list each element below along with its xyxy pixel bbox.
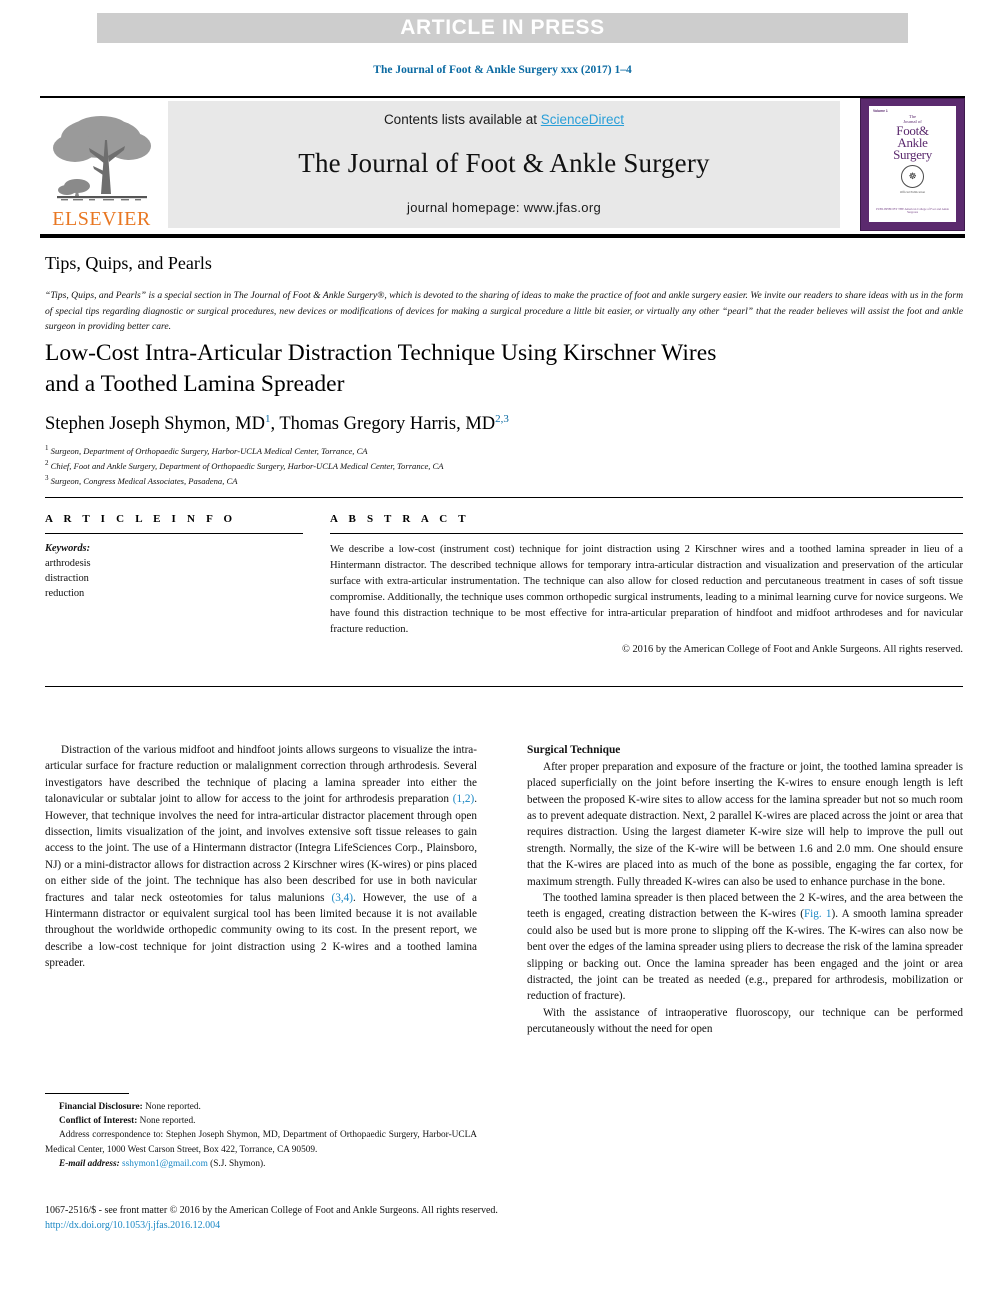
body-column-right: Surgical Technique After proper preparat… <box>527 742 963 1038</box>
masthead: ELSEVIER Contents lists available at Sci… <box>40 98 965 231</box>
affiliation-marker: 3 <box>45 474 49 483</box>
masthead-center-panel: Contents lists available at ScienceDirec… <box>168 101 840 228</box>
body-text-part: Distraction of the various midfoot and h… <box>45 744 477 806</box>
elsevier-tree-icon <box>52 116 151 201</box>
article-title: Low-Cost Intra-Articular Distraction Tec… <box>45 338 835 400</box>
article-in-press-label: ARTICLE IN PRESS <box>400 16 605 39</box>
article-info-rule <box>45 533 303 534</box>
elsevier-logo: ELSEVIER <box>40 101 163 229</box>
cover-footer-text: PUBLISHED BY THE American College of Foo… <box>876 206 949 215</box>
financial-disclosure-value: None reported. <box>142 1102 201 1112</box>
sciencedirect-link[interactable]: ScienceDirect <box>541 112 624 127</box>
keyword-item: reduction <box>45 587 85 599</box>
abstract-body: We describe a low-cost (instrument cost)… <box>330 544 963 636</box>
citation-link-1-2[interactable]: (1,2) <box>453 793 474 805</box>
affiliation-item: 3 Surgeon, Congress Medical Associates, … <box>45 473 745 488</box>
keyword-item: arthrodesis <box>45 557 91 569</box>
abstract-copyright: © 2016 by the American College of Foot a… <box>621 643 963 655</box>
article-title-line1: Low-Cost Intra-Articular Distraction Tec… <box>45 340 717 366</box>
conflict-of-interest-label: Conflict of Interest: <box>59 1116 138 1127</box>
body-text-part: . However, that technique involves the n… <box>45 793 477 904</box>
journal-cover-thumbnail[interactable]: Volume 1 The Journal of Foot& Ankle Surg… <box>860 98 965 231</box>
financial-disclosure-label: Financial Disclosure: <box>59 1102 143 1112</box>
keyword-item: distraction <box>45 572 89 584</box>
section-blurb: “Tips, Quips, and Pearls” is a special s… <box>45 290 963 333</box>
affiliation-text: Surgeon, Congress Medical Associates, Pa… <box>50 476 238 487</box>
abstract-heading: A B S T R A C T <box>330 513 470 525</box>
author-name-2: Thomas Gregory Harris, MD <box>279 414 496 435</box>
body-column-left: Distraction of the various midfoot and h… <box>45 742 477 972</box>
conflict-of-interest-value: None reported. <box>137 1116 196 1127</box>
infobox-top-rule <box>45 497 963 498</box>
affiliation-marker: 1 <box>45 444 49 452</box>
footnote-email: E-mail address: sshymon1@gmail.com (S.J.… <box>45 1157 477 1171</box>
contents-prefix: Contents lists available at <box>383 112 541 127</box>
affiliation-item: 1 Surgeon, Department of Orthopaedic Sur… <box>45 443 745 458</box>
abstract-rule <box>330 533 963 534</box>
email-suffix: (S.J. Shymon). <box>207 1158 266 1169</box>
contents-available-line: Contents lists available at ScienceDirec… <box>384 112 624 127</box>
affiliation-marker: 2 <box>45 459 49 468</box>
figure-1-link[interactable]: Fig. 1 <box>804 908 832 920</box>
section-label: Tips, Quips, and Pearls <box>45 253 212 273</box>
cover-subtitle: Official Publication <box>899 190 926 195</box>
cover-title-surgery: Surgery <box>893 146 932 162</box>
journal-cover-inner: Volume 1 The Journal of Foot& Ankle Surg… <box>869 106 956 222</box>
footnotes-block: Financial Disclosure: None reported. Con… <box>45 1100 477 1171</box>
keywords-heading: Keywords: <box>45 543 91 554</box>
article-in-press-banner: ARTICLE IN PRESS <box>97 13 908 43</box>
masthead-bottom-rule <box>40 234 965 238</box>
affiliation-list: 1 Surgeon, Department of Orthopaedic Sur… <box>45 443 745 488</box>
cover-seal-icon: ☸ <box>901 165 924 189</box>
footnote-separator-rule <box>45 1093 129 1094</box>
abstract-column: A B S T R A C T We describe a low-cost (… <box>330 513 963 655</box>
affiliation-text: Chief, Foot and Ankle Surgery, Departmen… <box>50 460 444 471</box>
article-info-heading: A R T I C L E I N F O <box>45 513 237 525</box>
infobox-bottom-rule <box>45 686 963 687</box>
body-paragraph: Distraction of the various midfoot and h… <box>45 742 477 972</box>
affiliation-text: Surgeon, Department of Orthopaedic Surge… <box>50 445 368 456</box>
article-info-column: A R T I C L E I N F O Keywords: arthrode… <box>45 513 303 602</box>
cover-issue-label: Volume 1 <box>873 109 888 113</box>
subsection-heading-surgical-technique: Surgical Technique <box>527 744 621 756</box>
footnote-conflict-of-interest: Conflict of Interest: None reported. <box>45 1114 477 1128</box>
journal-title: The Journal of Foot & Ankle Surgery <box>298 148 710 178</box>
footnote-correspondence: Address correspondence to: Stephen Josep… <box>45 1130 477 1155</box>
email-label: E-mail address: <box>59 1158 120 1169</box>
elsevier-wordmark: ELSEVIER <box>52 208 151 230</box>
body-paragraph: With the assistance of intraoperative fl… <box>527 1006 963 1036</box>
footnote-financial-disclosure: Financial Disclosure: None reported. <box>45 1100 477 1114</box>
doi-link[interactable]: http://dx.doi.org/10.1053/j.jfas.2016.12… <box>45 1218 945 1233</box>
journal-article-page: ARTICLE IN PRESS The Journal of Foot & A… <box>0 0 1005 1305</box>
author-name-1: Stephen Joseph Shymon, MD <box>45 414 265 435</box>
article-title-line2: and a Toothed Lamina Spreader <box>45 370 345 397</box>
journal-homepage-line[interactable]: journal homepage: www.jfas.org <box>407 200 601 215</box>
page-footer: 1067-2516/$ - see front matter © 2016 by… <box>45 1203 945 1233</box>
citation-link-3-4[interactable]: (3,4) <box>332 892 353 904</box>
author-2-affiliation-marker[interactable]: 2,3 <box>495 413 509 425</box>
body-text-part: ). A smooth lamina spreader could also b… <box>527 908 963 1003</box>
issn-copyright-line: 1067-2516/$ - see front matter © 2016 by… <box>45 1205 498 1216</box>
running-head: The Journal of Foot & Ankle Surgery xxx … <box>373 64 632 76</box>
body-paragraph: The toothed lamina spreader is then plac… <box>527 890 963 1005</box>
email-link[interactable]: sshymon1@gmail.com <box>122 1159 208 1169</box>
author-list: Stephen Joseph Shymon, MD1, Thomas Grego… <box>45 413 845 435</box>
affiliation-item: 2 Chief, Foot and Ankle Surgery, Departm… <box>45 458 745 473</box>
body-paragraph: After proper preparation and exposure of… <box>527 760 963 888</box>
keywords-block: Keywords: arthrodesis distraction reduct… <box>45 542 303 602</box>
